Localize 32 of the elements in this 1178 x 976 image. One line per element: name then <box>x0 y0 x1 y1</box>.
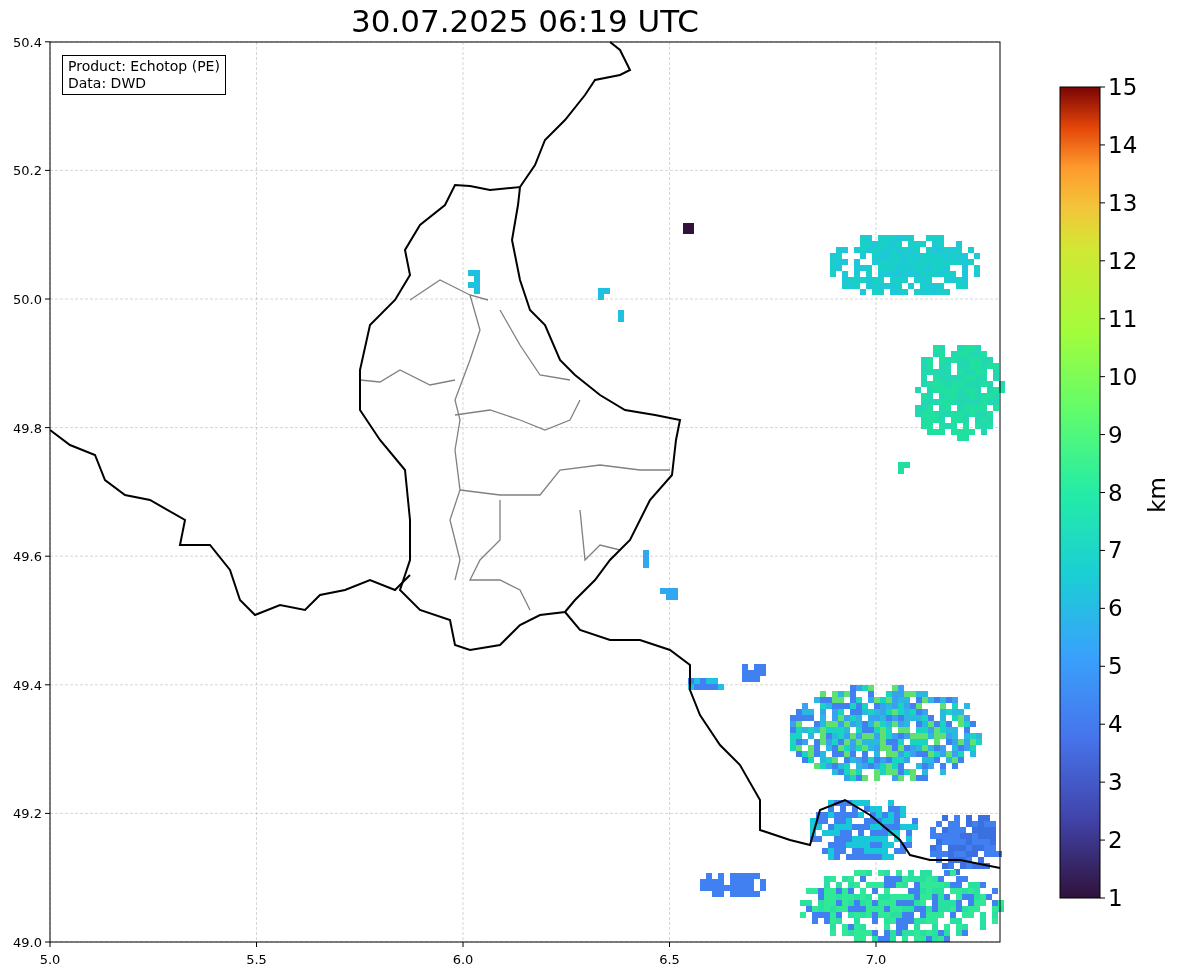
info-text: Data: DWD <box>68 75 147 92</box>
chart-title: 30.07.2025 06:19 UTC <box>350 2 700 41</box>
colorbar-label: km <box>1144 477 1170 513</box>
colorbar-tick-label: 8 <box>1108 479 1123 506</box>
axis-tick-label: 49.4 <box>13 677 42 693</box>
axis-tick-label: 50.2 <box>13 163 42 179</box>
colorbar-tick-label: 7 <box>1108 537 1123 564</box>
colorbar-tick-label: 15 <box>1108 74 1138 100</box>
axis-tick-label: 6.0 <box>452 952 474 967</box>
axis-tick-label: 49.2 <box>13 806 42 822</box>
axis-tick-label: 5.0 <box>39 952 61 967</box>
colorbar-tick-label: 2 <box>1108 827 1123 854</box>
colorbar-tick-label: 11 <box>1108 305 1138 332</box>
colorbar-tick-label: 5 <box>1108 653 1123 680</box>
info-text: Product: Echotop (PE) <box>68 58 220 75</box>
axis-tick-label: 49.8 <box>13 420 42 436</box>
colorbar-tick-label: 13 <box>1108 189 1138 216</box>
colorbar-tick-label: 14 <box>1108 131 1138 158</box>
axis-tick-label: 50.4 <box>13 34 42 50</box>
axis-tick-label: 49.0 <box>13 935 42 950</box>
axis-tick-label: 6.5 <box>659 952 680 967</box>
colorbar-tick-label: 3 <box>1108 769 1123 796</box>
colorbar-tick-label: 1 <box>1108 885 1123 911</box>
axis-tick-label: 49.6 <box>13 549 42 565</box>
colorbar-tick-label: 6 <box>1108 595 1123 622</box>
axis-tick-label: 5.5 <box>246 952 267 967</box>
axis-tick-label: 50.0 <box>13 292 42 307</box>
colorbar-tick-label: 9 <box>1108 421 1123 448</box>
colorbar-tick-label: 12 <box>1108 247 1138 274</box>
axis-tick-label: 7.0 <box>865 952 887 967</box>
colorbar-tick-label: 10 <box>1108 363 1138 390</box>
colorbar-tick-label: 4 <box>1108 711 1123 738</box>
